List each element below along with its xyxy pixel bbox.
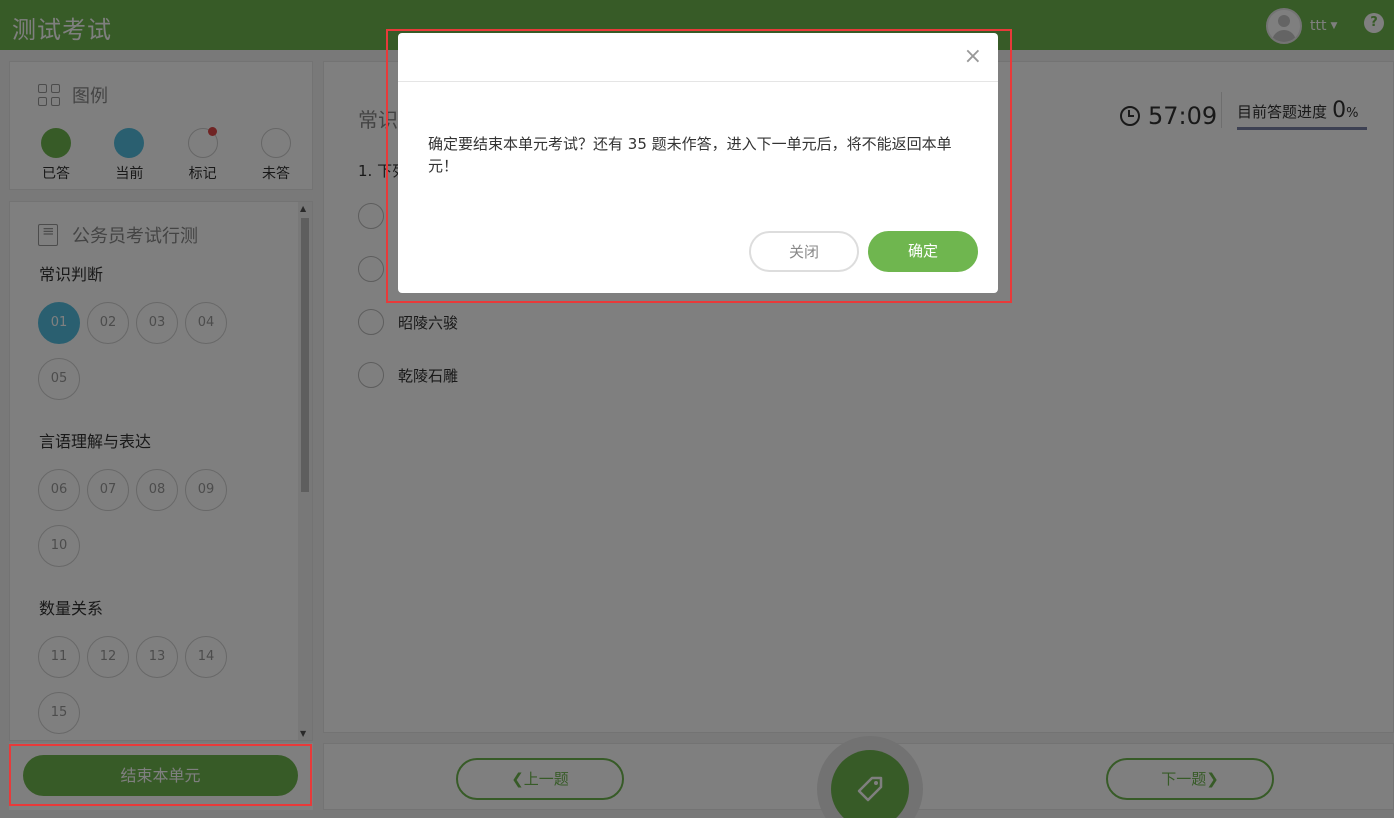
cancel-button[interactable]: 关闭 — [749, 231, 859, 272]
dialog-header: × — [398, 33, 998, 82]
dialog-message: 确定要结束本单元考试？还有 35 题未作答，进入下一单元后，将不能返回本单元！ — [428, 135, 952, 175]
confirm-dialog: × 确定要结束本单元考试？还有 35 题未作答，进入下一单元后，将不能返回本单元… — [398, 33, 998, 293]
confirm-button[interactable]: 确定 — [868, 231, 978, 272]
close-icon[interactable]: × — [964, 46, 982, 68]
highlight-box-end-unit — [9, 744, 312, 806]
